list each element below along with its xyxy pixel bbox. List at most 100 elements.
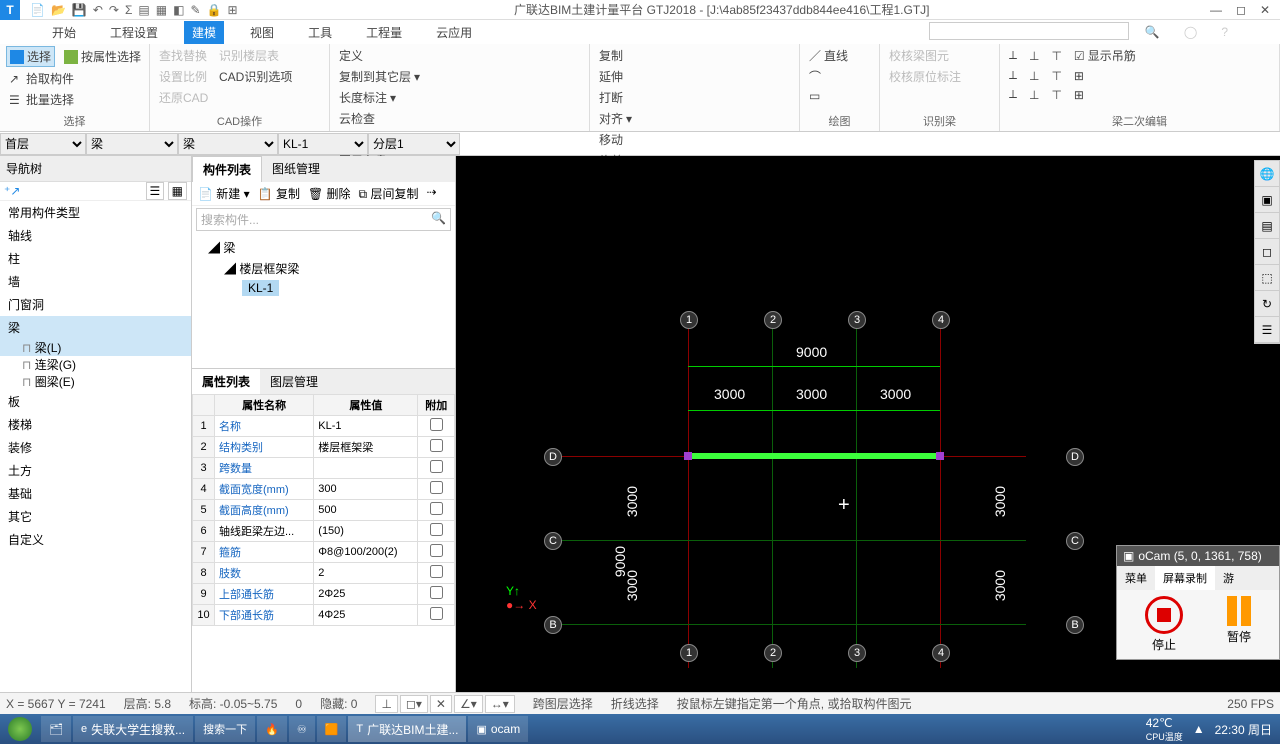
extend-button[interactable]: 延伸 bbox=[596, 67, 793, 86]
rect-button[interactable]: ▭ bbox=[806, 88, 873, 104]
nav-slab[interactable]: 板 bbox=[0, 390, 191, 413]
taskbar[interactable]: 🗂 e 失联大学生搜救... 搜索一下 🔥 ♾ 🟧 T 广联达BIM土建... … bbox=[0, 714, 1280, 744]
ocam-tab-menu[interactable]: 菜单 bbox=[1117, 566, 1155, 590]
nav-beam[interactable]: 梁 bbox=[0, 316, 191, 339]
search-icon[interactable]: 🔍 bbox=[1137, 22, 1168, 42]
tab-project-settings[interactable]: 工程设置 bbox=[102, 21, 166, 44]
nav-earth[interactable]: 土方 bbox=[0, 459, 191, 482]
ocam-tab-screen[interactable]: 屏幕录制 bbox=[1155, 566, 1215, 590]
batch-select-button[interactable]: ☰批量选择 bbox=[6, 90, 143, 109]
nav-beam-e[interactable]: ⊓ 圈梁(E) bbox=[0, 373, 191, 390]
maximize-button[interactable]: ◻ bbox=[1236, 3, 1246, 17]
category-select[interactable]: 梁 bbox=[86, 133, 178, 155]
move-button[interactable]: 移动 bbox=[596, 130, 793, 149]
restore-cad-button[interactable]: 还原CAD bbox=[156, 88, 323, 107]
prop-row[interactable]: 7箍筋Φ8@100/200(2) bbox=[193, 541, 455, 562]
check-pos-button[interactable]: 校核原位标注 bbox=[886, 67, 993, 86]
tab-modeling[interactable]: 建模 bbox=[184, 21, 224, 44]
nav-filter-icon[interactable]: ⁺↗ bbox=[4, 184, 20, 198]
new-button[interactable]: 📄 新建 ▾ bbox=[198, 185, 250, 202]
find-replace-button[interactable]: 查找替换 bbox=[156, 46, 210, 65]
prop-row[interactable]: 9上部通长筋2Φ25 bbox=[193, 583, 455, 604]
select-by-prop-button[interactable]: 按属性选择 bbox=[61, 46, 144, 67]
rt-3d-icon[interactable]: ▣ bbox=[1255, 187, 1279, 213]
line-button[interactable]: ／ 直线 bbox=[806, 46, 873, 65]
check-beam-button[interactable]: 校核梁图元 bbox=[886, 46, 993, 65]
tab-tools[interactable]: 工具 bbox=[300, 21, 340, 44]
help-icon[interactable]: ? bbox=[1213, 22, 1236, 42]
rt-zoom-icon[interactable]: ↻ bbox=[1255, 291, 1279, 317]
nav-custom[interactable]: 自定义 bbox=[0, 528, 191, 551]
minimize-button[interactable]: — bbox=[1210, 3, 1222, 17]
edit2-r2-4[interactable]: ⊞ bbox=[1071, 67, 1087, 84]
define-button[interactable]: 定义 bbox=[336, 46, 583, 65]
copy-to-floor-button[interactable]: 复制到其它层 ▾ bbox=[336, 67, 583, 86]
tab-view[interactable]: 视图 bbox=[242, 21, 282, 44]
nav-finish[interactable]: 装修 bbox=[0, 436, 191, 459]
status-fold[interactable]: 折线选择 bbox=[611, 695, 659, 712]
user-icon[interactable]: ◯ bbox=[1176, 22, 1205, 42]
nav-axis[interactable]: 轴线 bbox=[0, 224, 191, 247]
type-select[interactable]: 梁 bbox=[178, 133, 278, 155]
edit2-icon3[interactable]: ⊤ bbox=[1048, 46, 1064, 65]
prop-row[interactable]: 4截面宽度(mm)300 bbox=[193, 478, 455, 499]
start-button[interactable] bbox=[0, 714, 40, 744]
nav-grid-icon[interactable]: ▦ bbox=[168, 182, 187, 200]
edit2-r2-2[interactable]: ⊥ bbox=[1026, 67, 1042, 84]
edit2-r3-2[interactable]: ⊥ bbox=[1026, 86, 1042, 103]
ocam-stop-button[interactable] bbox=[1145, 596, 1183, 634]
nav-opening[interactable]: 门窗洞 bbox=[0, 293, 191, 316]
qat-sum-icon[interactable]: Σ bbox=[125, 3, 132, 17]
prop-row[interactable]: 2结构类别楼层框架梁 bbox=[193, 436, 455, 457]
nav-common[interactable]: 常用构件类型 bbox=[0, 201, 191, 224]
tab-start[interactable]: 开始 bbox=[44, 21, 84, 44]
nav-stair[interactable]: 楼梯 bbox=[0, 413, 191, 436]
component-select[interactable]: KL-1 bbox=[278, 133, 368, 155]
layer-select[interactable]: 分层1 bbox=[368, 133, 460, 155]
ctree-l2[interactable]: ◢ 楼层框架梁 bbox=[200, 258, 447, 279]
set-scale-button[interactable]: 设置比例 bbox=[156, 67, 210, 86]
cloud-check-button[interactable]: 云检查 bbox=[336, 109, 583, 128]
tab-props[interactable]: 属性列表 bbox=[192, 369, 260, 394]
edit2-icon1[interactable]: ⟂ bbox=[1006, 46, 1020, 65]
quick-access-toolbar[interactable]: 📄 📂 💾 ↶ ↷ Σ ▤ ▦ ◧ ✎ 🔒 ⊞ bbox=[24, 3, 244, 17]
close-button[interactable]: ✕ bbox=[1260, 3, 1270, 17]
prop-row[interactable]: 6轴线距梁左边...(150) bbox=[193, 520, 455, 541]
edit2-r2-1[interactable]: ⟂ bbox=[1006, 67, 1020, 84]
nav-foundation[interactable]: 基础 bbox=[0, 482, 191, 505]
ocam-pause-button[interactable] bbox=[1227, 596, 1251, 626]
component-search[interactable]: 搜索构件...🔍 bbox=[196, 208, 451, 231]
beam-kl1[interactable] bbox=[688, 453, 940, 459]
help-search-input[interactable] bbox=[929, 22, 1129, 40]
qat-report-icon[interactable]: ▦ bbox=[156, 3, 167, 17]
align-button[interactable]: 对齐 ▾ bbox=[596, 109, 793, 128]
rt-box-icon[interactable]: ◻ bbox=[1255, 239, 1279, 265]
qat-new-icon[interactable]: 📄 bbox=[30, 3, 45, 17]
edit2-icon2[interactable]: ⊥ bbox=[1026, 46, 1042, 65]
rec-floor-table-button[interactable]: 识别楼层表 bbox=[216, 46, 282, 65]
status-span[interactable]: 跨图层选择 bbox=[533, 695, 593, 712]
tab-drawing-mgmt[interactable]: 图纸管理 bbox=[262, 156, 330, 182]
nav-beam-l[interactable]: ⊓ 梁(L) bbox=[0, 339, 191, 356]
qat-lock-icon[interactable]: 🔒 bbox=[207, 3, 222, 17]
qat-save-icon[interactable]: 💾 bbox=[72, 3, 87, 17]
ocam-window[interactable]: ▣oCam (5, 0, 1361, 758) 菜单 屏幕录制 游 停止 暂停 bbox=[1116, 545, 1280, 660]
edit2-r3-3[interactable]: ⊤ bbox=[1048, 86, 1064, 103]
nav-column[interactable]: 柱 bbox=[0, 247, 191, 270]
tab-quantity[interactable]: 工程量 bbox=[358, 21, 410, 44]
qat-grid-icon[interactable]: ⊞ bbox=[227, 3, 237, 17]
cad-options-button[interactable]: CAD识别选项 bbox=[216, 67, 295, 86]
tab-layers[interactable]: 图层管理 bbox=[260, 369, 328, 394]
ctree-l3[interactable]: KL-1 bbox=[200, 279, 447, 297]
nav-other[interactable]: 其它 bbox=[0, 505, 191, 528]
prop-row[interactable]: 1名称KL-1 bbox=[193, 415, 455, 436]
show-hanger-button[interactable]: ☑ 显示吊筋 bbox=[1071, 46, 1139, 65]
nav-list-icon[interactable]: ☰ bbox=[146, 182, 165, 200]
tab-cloud[interactable]: 云应用 bbox=[428, 21, 480, 44]
delete-comp-button[interactable]: 🗑 删除 bbox=[308, 185, 351, 202]
rt-cube-icon[interactable]: ⬚ bbox=[1255, 265, 1279, 291]
prop-row[interactable]: 5截面高度(mm)500 bbox=[193, 499, 455, 520]
edit2-r3-4[interactable]: ⊞ bbox=[1071, 86, 1087, 103]
nav-beam-g[interactable]: ⊓ 连梁(G) bbox=[0, 356, 191, 373]
qat-chart-icon[interactable]: ▤ bbox=[138, 3, 149, 17]
